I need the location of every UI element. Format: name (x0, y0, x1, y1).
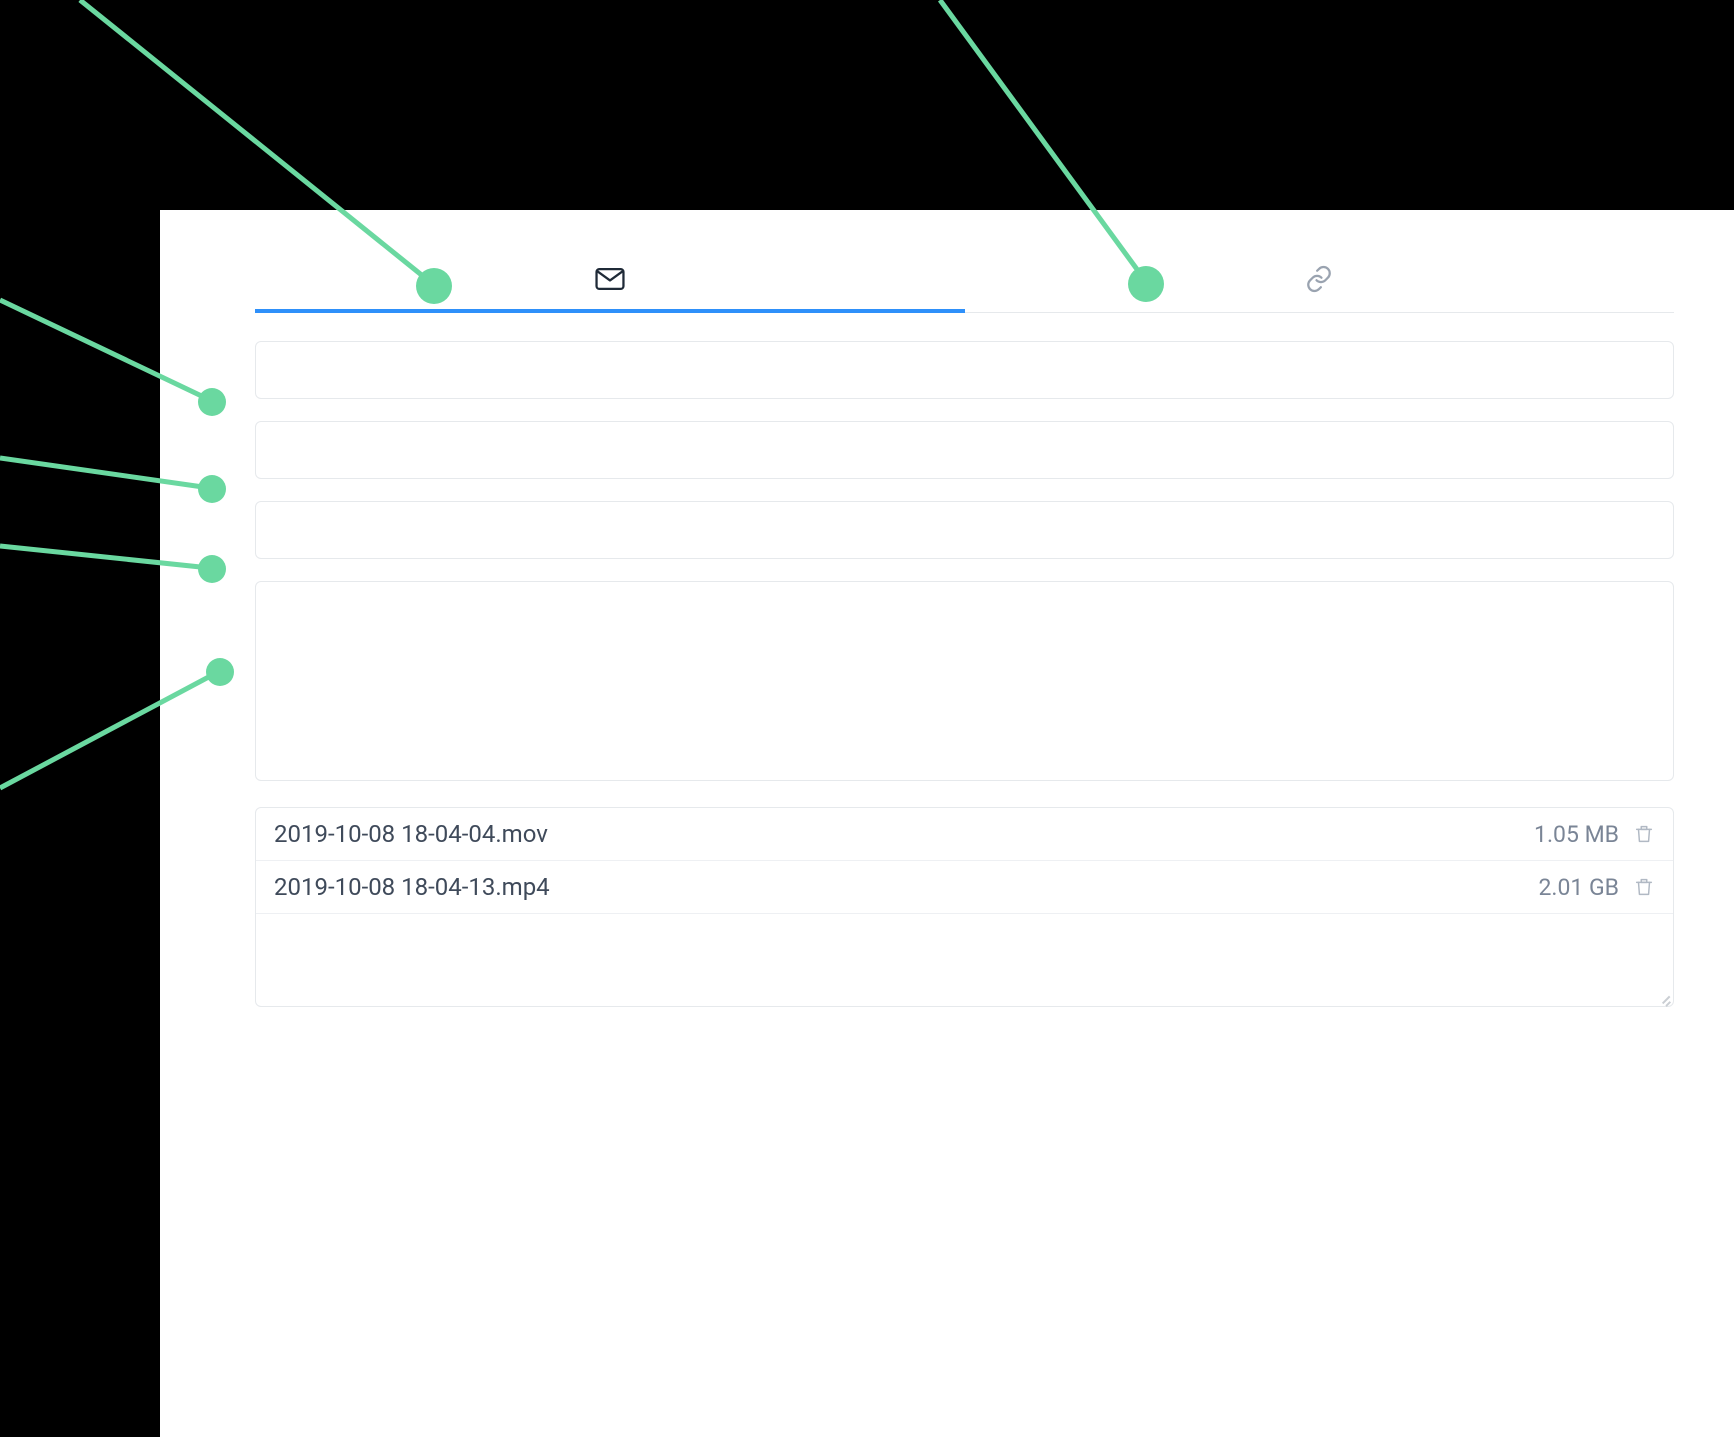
attachment-list: 2019-10-08 18-04-04.mov 1.05 MB 2019-10-… (255, 807, 1674, 1007)
tab-bar (255, 245, 1674, 313)
envelope-icon (593, 262, 627, 296)
subject-field[interactable] (255, 501, 1674, 559)
from-field[interactable] (255, 421, 1674, 479)
annotation-dot-tab-email (416, 268, 452, 304)
trash-icon (1633, 876, 1655, 898)
tab-link[interactable] (965, 245, 1675, 312)
annotation-dot-field-to (198, 388, 226, 416)
resize-handle-icon[interactable] (1655, 988, 1671, 1004)
attachment-filename: 2019-10-08 18-04-04.mov (274, 820, 1534, 848)
trash-icon (1633, 823, 1655, 845)
attachment-row: 2019-10-08 18-04-13.mp4 2.01 GB (256, 861, 1673, 914)
delete-attachment-button[interactable] (1633, 823, 1655, 845)
form-content: 2019-10-08 18-04-04.mov 1.05 MB 2019-10-… (255, 245, 1674, 1007)
delete-attachment-button[interactable] (1633, 876, 1655, 898)
attachment-filesize: 1.05 MB (1534, 821, 1619, 848)
attachment-filename: 2019-10-08 18-04-13.mp4 (274, 873, 1538, 901)
annotation-dot-field-message (206, 658, 234, 686)
link-icon (1304, 264, 1334, 294)
main-panel: 2019-10-08 18-04-04.mov 1.05 MB 2019-10-… (160, 210, 1734, 1437)
message-field[interactable] (255, 581, 1674, 781)
annotation-dot-field-subject (198, 555, 226, 583)
to-field[interactable] (255, 341, 1674, 399)
annotation-dot-tab-link (1128, 266, 1164, 302)
attachment-filesize: 2.01 GB (1538, 874, 1619, 901)
attachment-row: 2019-10-08 18-04-04.mov 1.05 MB (256, 808, 1673, 861)
tab-email[interactable] (255, 245, 965, 312)
annotation-dot-field-from (198, 475, 226, 503)
